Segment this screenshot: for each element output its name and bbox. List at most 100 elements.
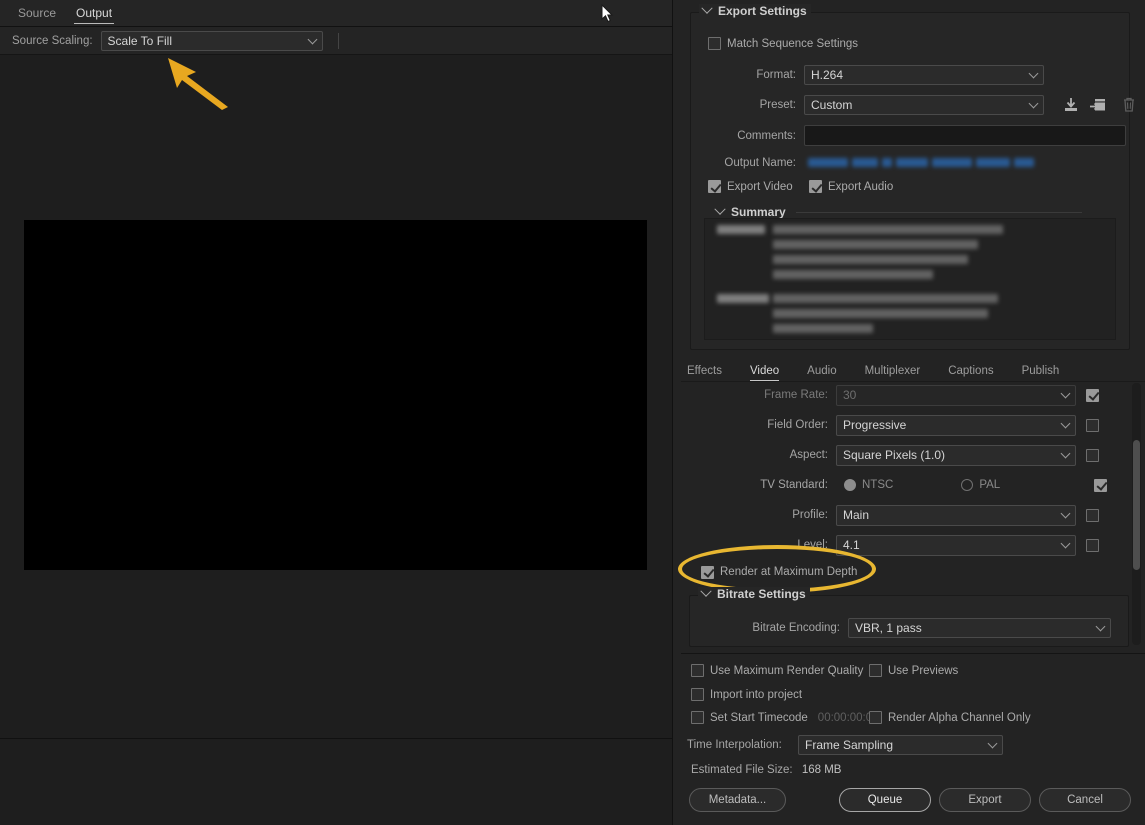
tab-source[interactable]: Source	[8, 0, 66, 27]
chevron-down-icon[interactable]	[700, 585, 712, 597]
chevron-down-icon	[1060, 538, 1071, 549]
bitrate-settings-title: Bitrate Settings	[717, 587, 806, 601]
output-name-row: Output Name:	[701, 156, 1038, 170]
level-override-checkbox[interactable]	[1086, 538, 1099, 552]
export-settings-header[interactable]: Export Settings	[699, 2, 811, 18]
comments-input[interactable]	[804, 125, 1126, 146]
aspect-override-checkbox[interactable]	[1086, 448, 1099, 462]
frame-rate-dropdown[interactable]: 30	[836, 384, 1076, 406]
use-previews-row[interactable]: Use Previews	[869, 664, 958, 677]
frame-rate-value: 30	[843, 388, 857, 402]
tv-standard-row: TV Standard: NTSC PAL	[681, 474, 1121, 496]
export-settings-title: Export Settings	[718, 4, 807, 18]
use-max-render-quality-label: Use Maximum Render Quality	[710, 664, 864, 677]
tv-standard-ntsc-radio[interactable]	[844, 479, 856, 491]
format-tab-bar: Effects Video Audio Multiplexer Captions…	[681, 358, 1145, 382]
export-video-row[interactable]: Export Video	[708, 180, 793, 193]
export-video-checkbox[interactable]	[708, 180, 721, 193]
bitrate-encoding-dropdown[interactable]: VBR, 1 pass	[848, 618, 1111, 638]
chevron-down-icon	[1028, 98, 1039, 109]
time-interpolation-dropdown[interactable]: Frame Sampling	[798, 735, 1003, 755]
render-max-depth-checkbox[interactable]	[701, 565, 714, 579]
chevron-down-icon	[1060, 448, 1071, 459]
tv-standard-override-checkbox[interactable]	[1094, 478, 1107, 492]
frame-rate-row: Frame Rate: 30	[681, 384, 1121, 406]
profile-value: Main	[843, 508, 870, 522]
set-start-timecode-checkbox[interactable]	[691, 711, 704, 724]
output-name-label: Output Name:	[724, 157, 796, 169]
chevron-down-icon	[987, 738, 998, 749]
tv-standard-pal-radio[interactable]	[961, 479, 974, 491]
metadata-button[interactable]: Metadata...	[689, 788, 786, 812]
set-start-timecode-label: Set Start Timecode	[710, 711, 808, 724]
match-sequence-settings-row[interactable]: Match Sequence Settings	[708, 37, 858, 50]
profile-row: Profile: Main	[681, 504, 1121, 526]
match-sequence-settings-checkbox[interactable]	[708, 37, 721, 50]
field-order-value: Progressive	[843, 418, 907, 432]
use-previews-checkbox[interactable]	[869, 664, 882, 677]
chevron-down-icon[interactable]	[701, 2, 713, 14]
format-value: H.264	[811, 68, 844, 82]
cancel-button[interactable]: Cancel	[1039, 788, 1131, 812]
chevron-down-icon[interactable]	[714, 203, 726, 215]
import-into-project-checkbox[interactable]	[691, 688, 704, 701]
chevron-down-icon	[1095, 621, 1106, 632]
export-button[interactable]: Export	[939, 788, 1031, 812]
tv-standard-label: TV Standard:	[760, 479, 828, 491]
level-label: Level:	[797, 539, 828, 551]
video-preview-area[interactable]	[0, 55, 672, 738]
import-preset-icon[interactable]	[1089, 96, 1107, 114]
preset-value: Custom	[811, 98, 853, 112]
tab-effects[interactable]: Effects	[687, 365, 722, 381]
source-scaling-dropdown[interactable]: Scale To Fill	[100, 30, 323, 51]
time-interpolation-row: Time Interpolation: Frame Sampling	[687, 735, 1003, 755]
set-start-timecode-row[interactable]: Set Start Timecode 00:00:00:00	[691, 711, 879, 724]
save-preset-icon[interactable]	[1062, 96, 1080, 114]
summary-content	[704, 218, 1116, 340]
frame-rate-override-checkbox[interactable]	[1086, 388, 1099, 402]
render-alpha-only-checkbox[interactable]	[869, 711, 882, 724]
bottom-options-panel: Use Maximum Render Quality Use Previews …	[681, 653, 1145, 756]
bitrate-encoding-label: Bitrate Encoding:	[752, 622, 840, 634]
output-name-link[interactable]	[808, 156, 1038, 170]
bitrate-settings-group: Bitrate Settings Bitrate Encoding: VBR, …	[689, 585, 1129, 647]
field-order-override-checkbox[interactable]	[1086, 418, 1099, 432]
chevron-down-icon	[1060, 418, 1071, 429]
summary-header[interactable]: Summary	[714, 203, 1082, 219]
preset-label: Preset:	[759, 99, 796, 111]
tab-captions[interactable]: Captions	[948, 365, 993, 381]
field-order-dropdown[interactable]: Progressive	[836, 414, 1076, 436]
aspect-dropdown[interactable]: Square Pixels (1.0)	[836, 444, 1076, 466]
bitrate-settings-header[interactable]: Bitrate Settings	[698, 585, 810, 601]
render-max-depth-row[interactable]: Render at Maximum Depth	[701, 561, 1141, 583]
use-max-render-quality-row[interactable]: Use Maximum Render Quality	[691, 664, 863, 677]
tab-video[interactable]: Video	[749, 365, 780, 381]
tab-audio[interactable]: Audio	[807, 365, 836, 381]
queue-button[interactable]: Queue	[839, 788, 931, 812]
profile-dropdown[interactable]: Main	[836, 504, 1076, 526]
source-output-tab-bar: Source Output	[0, 0, 672, 27]
tab-output[interactable]: Output	[66, 0, 122, 27]
aspect-value: Square Pixels (1.0)	[843, 448, 946, 462]
preset-dropdown[interactable]: Custom	[804, 95, 1044, 115]
summary-title: Summary	[731, 205, 786, 219]
time-interpolation-label: Time Interpolation:	[687, 739, 782, 751]
use-max-render-quality-checkbox[interactable]	[691, 664, 704, 677]
estimated-file-size-label: Estimated File Size:	[691, 764, 793, 776]
level-dropdown[interactable]: 4.1	[836, 534, 1076, 556]
comments-label: Comments:	[737, 129, 796, 142]
import-into-project-row[interactable]: Import into project	[691, 688, 802, 701]
tab-publish[interactable]: Publish	[1022, 365, 1060, 381]
render-alpha-only-row[interactable]: Render Alpha Channel Only	[869, 711, 1031, 724]
time-interpolation-value: Frame Sampling	[805, 738, 894, 752]
export-audio-row[interactable]: Export Audio	[809, 180, 893, 193]
scrollbar-thumb[interactable]	[1133, 440, 1140, 570]
profile-override-checkbox[interactable]	[1086, 508, 1099, 522]
video-settings-scrollbar[interactable]	[1132, 383, 1141, 645]
use-previews-label: Use Previews	[888, 664, 959, 677]
source-scaling-bar: Source Scaling: Scale To Fill	[0, 27, 672, 55]
tab-multiplexer[interactable]: Multiplexer	[865, 365, 921, 381]
format-dropdown[interactable]: H.264	[804, 65, 1044, 85]
delete-preset-icon	[1124, 97, 1134, 112]
export-audio-checkbox[interactable]	[809, 180, 822, 193]
